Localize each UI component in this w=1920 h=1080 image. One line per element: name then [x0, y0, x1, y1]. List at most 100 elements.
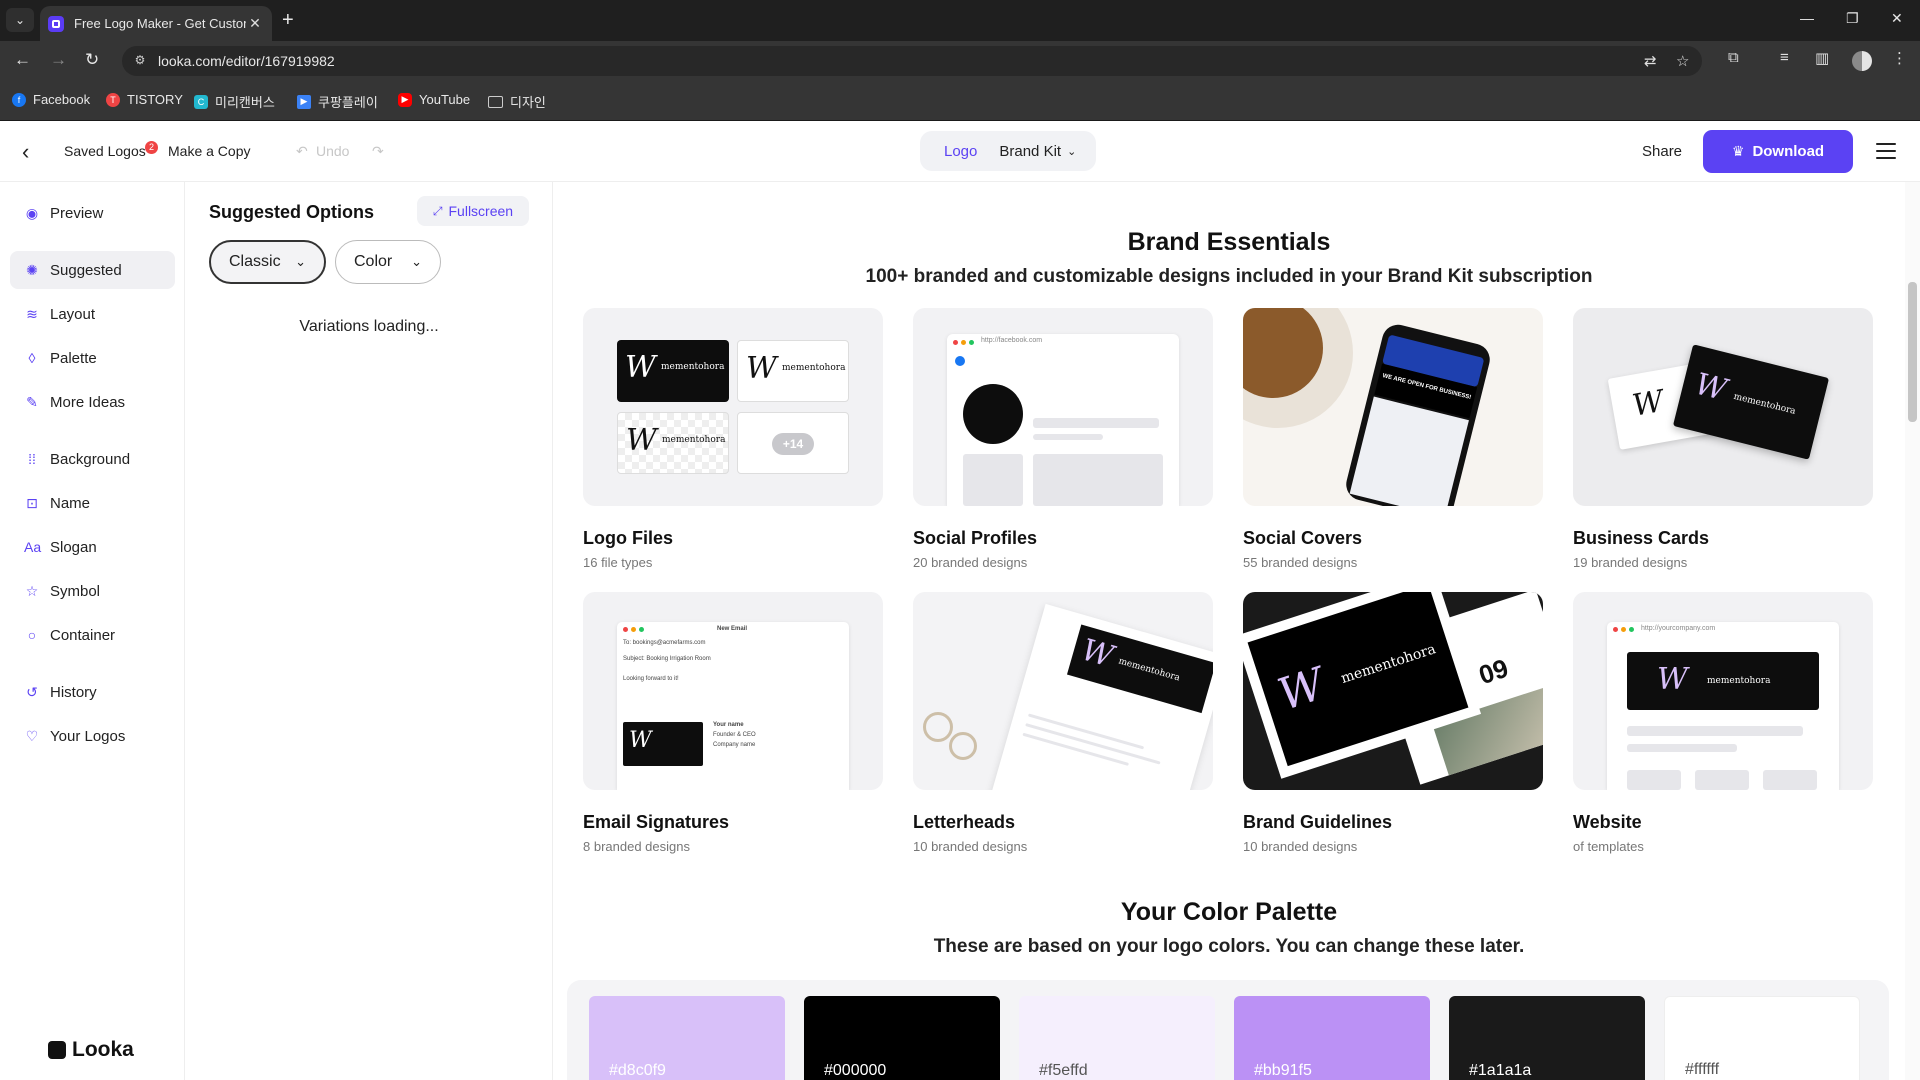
forward-arrow-icon[interactable]: →	[50, 50, 67, 70]
sidebar-item-palette[interactable]: ◊ Palette	[10, 339, 175, 377]
style-dropdown[interactable]: Classic ⌄	[209, 240, 326, 284]
restore-icon[interactable]: ❐	[1846, 10, 1859, 27]
undo-icon[interactable]: ↶	[296, 143, 308, 160]
bookmark-youtube[interactable]: ▶ YouTube	[398, 92, 470, 107]
palette-title: Your Color Palette	[1120, 898, 1338, 926]
panel-title: Suggested Options	[209, 202, 375, 222]
tab-brand-kit[interactable]: Brand Kit	[999, 143, 1061, 160]
extensions-icon[interactable]: ⧉	[1728, 49, 1739, 66]
grid-icon: ⁞⁞	[28, 451, 36, 467]
letterheads-thumb: Wmementohora	[913, 592, 1213, 790]
editor-header: ‹ Saved Logos 2 Make a Copy ↶ Undo ↷ Log…	[0, 121, 1920, 182]
media-icon[interactable]: ≡	[1780, 49, 1789, 66]
looka-logo[interactable]: Looka	[48, 1038, 134, 1062]
fullscreen-button[interactable]: ⤢ Fullscreen	[417, 196, 529, 226]
sidepanel-icon[interactable]: ▥	[1815, 49, 1829, 67]
suggested-panel: Suggested Options ⤢ Fullscreen Classic ⌄…	[185, 182, 553, 1080]
bookmark-folder-design[interactable]: 디자인	[488, 92, 546, 111]
card-letterheads[interactable]: Wmementohora Letterheads 10 branded desi…	[913, 592, 1213, 854]
sidebar-item-slogan[interactable]: Aa Slogan	[10, 528, 175, 566]
swatch-0[interactable]: #d8c0f9	[589, 996, 785, 1080]
swatch-3[interactable]: #bb91f5	[1234, 996, 1430, 1080]
sidebar-item-your-logos[interactable]: ♡ Your Logos	[10, 717, 175, 755]
back-arrow-icon[interactable]: ←	[14, 50, 31, 70]
share-button[interactable]: Share	[1642, 143, 1682, 160]
saved-logos-link[interactable]: Saved Logos	[64, 143, 146, 159]
bookmark-tistory[interactable]: T TISTORY	[106, 92, 183, 107]
layers-icon: ≋	[26, 305, 38, 322]
browser-tab[interactable]: Free Logo Maker - Get Custom ✕	[40, 6, 272, 41]
drop-icon: ◊	[28, 350, 36, 366]
bookmark-star-icon[interactable]: ☆	[1676, 52, 1689, 70]
reload-icon[interactable]: ↻	[85, 50, 99, 70]
chevron-down-icon: ⌄	[411, 254, 422, 269]
card-business-cards[interactable]: W Wmementohora Business Cards 19 branded…	[1573, 308, 1873, 570]
card-social-profiles[interactable]: http://facebook.com Social Profiles 20 b…	[913, 308, 1213, 570]
card-website[interactable]: http://yourcompany.com Wmementohora Webs…	[1573, 592, 1873, 854]
bookmark-coupangplay[interactable]: ▶ 쿠팡플레이	[297, 92, 378, 111]
sidebar-item-preview[interactable]: ◉ Preview	[10, 194, 175, 232]
brand-guidelines-thumb: 09 Wmementohora	[1243, 592, 1543, 790]
card-title: Social Covers	[1243, 528, 1363, 548]
swatch-4[interactable]: #1a1a1a	[1449, 996, 1645, 1080]
looka-favicon-icon	[48, 15, 64, 32]
social-profiles-thumb: http://facebook.com	[913, 308, 1213, 506]
card-logo-files[interactable]: Wmementohora Wmementohora Wmementohora +…	[583, 308, 883, 570]
back-chevron-icon[interactable]: ‹	[22, 139, 29, 165]
more-files-tile: +14	[737, 412, 849, 474]
chevron-down-icon: ⌄	[295, 254, 306, 269]
tab-search-button[interactable]: ⌄	[6, 8, 34, 32]
card-email-signatures[interactable]: New Email To: bookings@acmefarms.com Sub…	[583, 592, 883, 854]
star-icon: ☆	[25, 582, 39, 599]
swatch-1[interactable]: #000000	[804, 996, 1000, 1080]
circle-icon: ○	[27, 627, 37, 643]
swatch-2[interactable]: #f5effd	[1019, 996, 1215, 1080]
close-icon[interactable]: ✕	[246, 15, 264, 32]
sidebar-item-history[interactable]: ↺ History	[10, 673, 175, 711]
translate-icon[interactable]: ⇄	[1644, 52, 1657, 70]
black-card: Wmementohora	[1672, 344, 1830, 460]
sidebar-item-suggested[interactable]: ✺ Suggested	[10, 251, 175, 289]
card-title: Logo Files	[583, 528, 673, 548]
sparkle-icon: ✺	[26, 261, 38, 278]
card-title: Business Cards	[1573, 528, 1710, 548]
facebook-icon: f	[12, 92, 26, 107]
card-brand-guidelines[interactable]: 09 Wmementohora Brand Guidelines 10 bran…	[1243, 592, 1543, 854]
profile-avatar[interactable]	[1852, 51, 1872, 71]
card-subtitle: of templates	[1573, 839, 1644, 854]
card-subtitle: 8 branded designs	[583, 839, 690, 854]
sidebar-item-container[interactable]: ○ Container	[10, 616, 175, 654]
business-cards-thumb: W Wmementohora	[1573, 308, 1873, 506]
social-covers-thumb: WE ARE OPEN FOR BUSINESS!	[1243, 308, 1543, 506]
history-icon: ↺	[26, 683, 38, 700]
sidebar-item-name[interactable]: ⊡ Name	[10, 484, 175, 522]
window-close-icon[interactable]: ✕	[1891, 10, 1903, 27]
bookmark-facebook[interactable]: f Facebook	[12, 92, 90, 107]
site-info-icon[interactable]: ⚙	[132, 53, 148, 69]
card-subtitle: 19 branded designs	[1573, 555, 1688, 570]
scrollbar-thumb[interactable]	[1908, 282, 1917, 422]
bookmark-miricanvas[interactable]: C 미리캔버스	[194, 92, 275, 111]
make-copy-link[interactable]: Make a Copy	[168, 143, 250, 159]
undo-button[interactable]: Undo	[316, 143, 349, 159]
address-bar[interactable]: ⚙ looka.com/editor/167919982 ⇄ ☆	[122, 46, 1702, 76]
more-vert-icon[interactable]: ⋮	[1892, 49, 1907, 67]
card-social-covers[interactable]: WE ARE OPEN FOR BUSINESS! Social Covers …	[1243, 308, 1543, 570]
color-dropdown[interactable]: Color ⌄	[335, 240, 441, 284]
minimize-icon[interactable]: —	[1800, 10, 1814, 26]
bookmarks-bar: f Facebook T TISTORY C 미리캔버스 ▶ 쿠팡플레이 ▶ YouTub…	[0, 81, 1920, 121]
new-tab-icon[interactable]: +	[282, 9, 294, 32]
editor-sidebar: ◉ Preview ✺ Suggested ≋ Layout ◊ Palette ✎ Mo…	[0, 182, 185, 1080]
folder-icon	[488, 95, 503, 108]
redo-icon[interactable]: ↷	[372, 143, 384, 160]
sidebar-item-background[interactable]: ⁞⁞ Background	[10, 440, 175, 478]
menu-icon[interactable]	[1876, 143, 1896, 164]
download-button[interactable]: ♛ Download	[1703, 130, 1853, 173]
sidebar-item-symbol[interactable]: ☆ Symbol	[10, 572, 175, 610]
sidebar-item-layout[interactable]: ≋ Layout	[10, 295, 175, 333]
scrollbar[interactable]	[1905, 182, 1920, 1080]
swatch-5[interactable]: #ffffff	[1664, 996, 1860, 1080]
sidebar-item-more-ideas[interactable]: ✎ More Ideas	[10, 383, 175, 421]
tab-logo[interactable]: Logo	[944, 143, 977, 160]
essentials-subtitle: 100+ branded and customizable designs in…	[865, 266, 1593, 287]
